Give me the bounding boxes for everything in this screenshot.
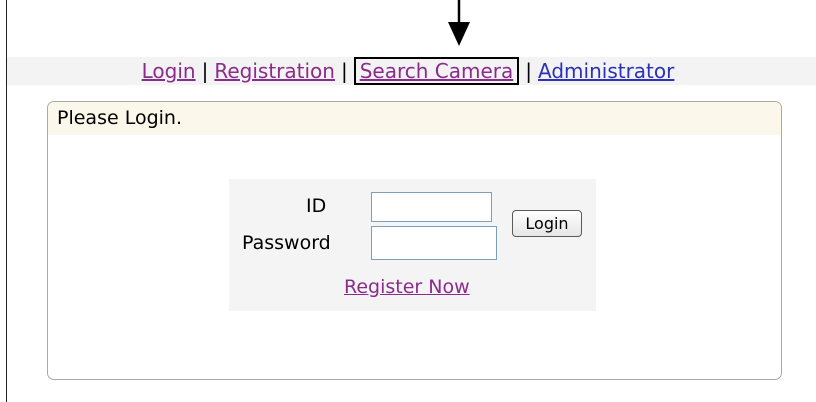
id-label: ID: [306, 195, 327, 217]
highlight-box: Search Camera: [353, 57, 520, 85]
nav-login-link[interactable]: Login: [142, 59, 196, 83]
nav-separator: |: [340, 59, 348, 83]
register-now-link[interactable]: Register Now: [344, 276, 470, 298]
login-button[interactable]: Login: [512, 210, 582, 237]
nav-registration-link[interactable]: Registration: [214, 59, 335, 83]
id-input[interactable]: [371, 192, 492, 222]
nav-administrator-link[interactable]: Administrator: [538, 59, 674, 83]
nav-separator: |: [201, 59, 209, 83]
panel-title: Please Login.: [48, 102, 781, 135]
nav-search-camera-link[interactable]: Search Camera: [360, 59, 514, 83]
nav-separator: |: [525, 59, 533, 83]
password-input[interactable]: [371, 226, 497, 260]
password-label: Password: [242, 232, 331, 254]
down-arrow-icon: [448, 0, 470, 46]
top-navigation: Login | Registration | Search Camera | Adminis…: [0, 57, 816, 85]
